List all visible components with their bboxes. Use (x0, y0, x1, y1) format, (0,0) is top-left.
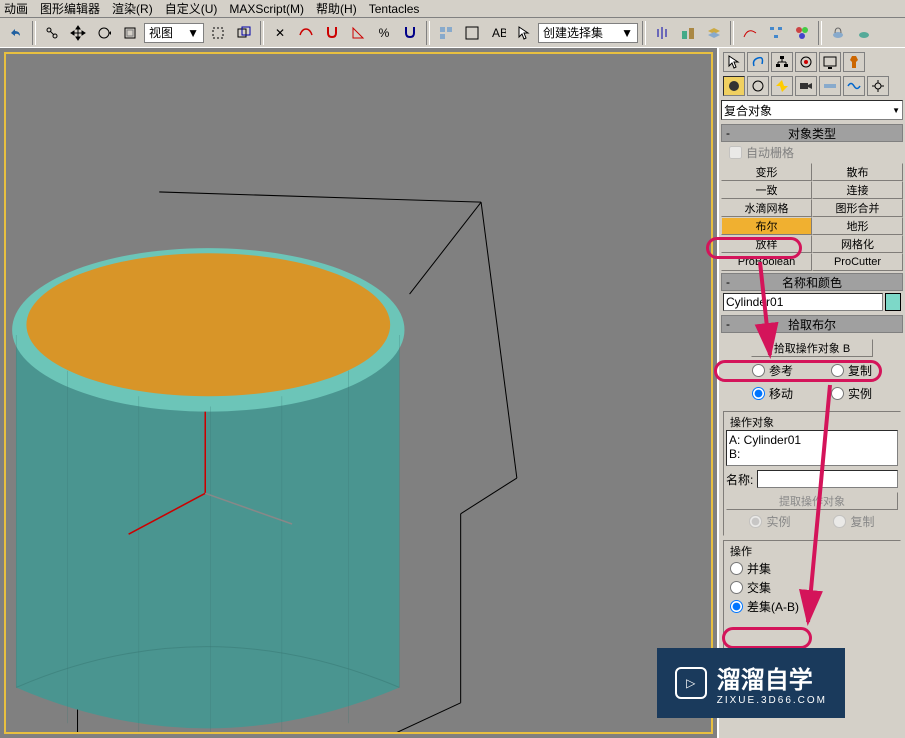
boolean-button[interactable]: 布尔 (721, 217, 812, 235)
menu-help[interactable]: 帮助(H) (316, 0, 357, 17)
command-panel: 复合对象 -对象类型 自动栅格 变形 散布 一致 连接 水滴网格 图形合并 布尔… (717, 48, 905, 738)
viewport-container (0, 48, 717, 738)
lights-tab[interactable] (771, 76, 793, 96)
motion-tab[interactable] (795, 52, 817, 72)
percent-snap-button[interactable]: % (372, 21, 396, 45)
perspective-viewport[interactable] (4, 52, 713, 734)
window-crossing-button[interactable] (232, 21, 256, 45)
name-label: 名称: (726, 471, 753, 488)
link-button[interactable] (40, 21, 64, 45)
connect-button[interactable]: 连接 (812, 181, 903, 199)
watermark-badge: ▷ 溜溜自学 ZIXUE.3D66.COM (657, 648, 845, 718)
mirror-button[interactable] (294, 21, 318, 45)
play-icon: ▷ (675, 667, 707, 699)
create-subtabs (721, 74, 903, 98)
operand-b-item[interactable]: B: (729, 447, 895, 461)
create-tab[interactable] (723, 52, 745, 72)
spacewarps-tab[interactable] (843, 76, 865, 96)
scale-button[interactable] (118, 21, 142, 45)
loft-button[interactable]: 放样 (721, 235, 812, 253)
auto-grid-checkbox[interactable]: 自动栅格 (721, 142, 903, 163)
union-radio[interactable]: 并集 (726, 559, 898, 578)
main-menu[interactable]: 动画 图形编辑器 渲染(R) 自定义(U) MAXScript(M) 帮助(H)… (0, 0, 905, 18)
copy-radio[interactable]: 复制 (827, 361, 876, 380)
pointer-button[interactable] (512, 21, 536, 45)
menu-graph[interactable]: 图形编辑器 (40, 0, 100, 17)
shapemerge-button[interactable]: 图形合并 (812, 199, 903, 217)
systems-tab[interactable] (867, 76, 889, 96)
menu-tentacles[interactable]: Tentacles (369, 2, 420, 16)
mesher-button[interactable]: 网格化 (812, 235, 903, 253)
curve-editor-button[interactable] (738, 21, 762, 45)
selection-set-dropdown[interactable]: 创建选择集▼ (538, 23, 638, 43)
move-radio[interactable]: 移动 (748, 384, 797, 403)
mirror-tool-button[interactable] (650, 21, 674, 45)
operands-listbox[interactable]: A: Cylinder01 B: (726, 430, 898, 466)
manage-sets-button[interactable] (460, 21, 484, 45)
extract-instance-radio: 实例 (745, 512, 794, 531)
undo-button[interactable] (4, 21, 28, 45)
shapes-tab[interactable] (747, 76, 769, 96)
layers-button[interactable] (702, 21, 726, 45)
snap-toggle-button[interactable] (320, 21, 344, 45)
object-type-rollout[interactable]: -对象类型 (721, 124, 903, 142)
render-button[interactable] (852, 21, 876, 45)
menu-maxscript[interactable]: MAXScript(M) (229, 2, 304, 16)
operands-fieldset: 操作对象 A: Cylinder01 B: 名称: 提取操作对象 实例 复制 (723, 411, 901, 536)
pick-boolean-rollout[interactable]: -拾取布尔 (721, 315, 903, 333)
extract-copy-radio: 复制 (829, 512, 878, 531)
watermark-title: 溜溜自学 (717, 667, 813, 694)
modify-tab[interactable] (747, 52, 769, 72)
geometry-tab[interactable] (723, 76, 745, 96)
watermark-url: ZIXUE.3D66.COM (717, 695, 827, 706)
angle-snap-button[interactable] (346, 21, 370, 45)
command-tabs (721, 50, 903, 74)
instance-radio[interactable]: 实例 (827, 384, 876, 403)
category-dropdown[interactable]: 复合对象 (721, 100, 903, 120)
object-name-input[interactable] (723, 293, 883, 311)
object-color-swatch[interactable] (885, 293, 901, 311)
procutter-button[interactable]: ProCutter (812, 253, 903, 271)
select-button[interactable] (206, 21, 230, 45)
intersection-radio[interactable]: 交集 (726, 578, 898, 597)
render-setup-button[interactable] (826, 21, 850, 45)
operation-label: 操作 (730, 543, 898, 559)
keyboard-button[interactable]: ABC (486, 21, 510, 45)
terrain-button[interactable]: 地形 (812, 217, 903, 235)
main-toolbar: 视图▼ ✕ % ABC 创建选择集▼ (0, 18, 905, 48)
scatter-button[interactable]: 散布 (812, 163, 903, 181)
view-dropdown[interactable]: 视图▼ (144, 23, 204, 43)
spinner-snap-button[interactable] (398, 21, 422, 45)
object-type-grid: 变形 散布 一致 连接 水滴网格 图形合并 布尔 地形 放样 网格化 ProBo… (721, 163, 903, 271)
utilities-tab[interactable] (843, 52, 865, 72)
pick-operand-b-button[interactable]: 拾取操作对象 B (751, 339, 873, 357)
operand-name-input[interactable] (757, 470, 898, 488)
cameras-tab[interactable] (795, 76, 817, 96)
extract-operand-button: 提取操作对象 (726, 492, 898, 510)
material-editor-button[interactable] (790, 21, 814, 45)
svg-text:ABC: ABC (492, 26, 506, 40)
move-button[interactable] (66, 21, 90, 45)
schematic-button[interactable] (764, 21, 788, 45)
operands-label: 操作对象 (730, 414, 898, 430)
axis-x-button[interactable]: ✕ (268, 21, 292, 45)
blobmesh-button[interactable]: 水滴网格 (721, 199, 812, 217)
name-color-rollout[interactable]: -名称和颜色 (721, 273, 903, 291)
operand-a-item[interactable]: A: Cylinder01 (729, 433, 895, 447)
proboolean-button[interactable]: ProBoolean (721, 253, 812, 271)
reference-radio[interactable]: 参考 (748, 361, 797, 380)
align-button[interactable] (676, 21, 700, 45)
helpers-tab[interactable] (819, 76, 841, 96)
menu-customize[interactable]: 自定义(U) (165, 0, 218, 17)
morph-button[interactable]: 变形 (721, 163, 812, 181)
conform-button[interactable]: 一致 (721, 181, 812, 199)
menu-render[interactable]: 渲染(R) (112, 0, 153, 17)
hierarchy-tab[interactable] (771, 52, 793, 72)
display-tab[interactable] (819, 52, 841, 72)
named-sets-button[interactable] (434, 21, 458, 45)
menu-animation[interactable]: 动画 (4, 0, 28, 17)
subtraction-ab-radio[interactable]: 差集(A-B) (726, 597, 898, 616)
rotate-button[interactable] (92, 21, 116, 45)
